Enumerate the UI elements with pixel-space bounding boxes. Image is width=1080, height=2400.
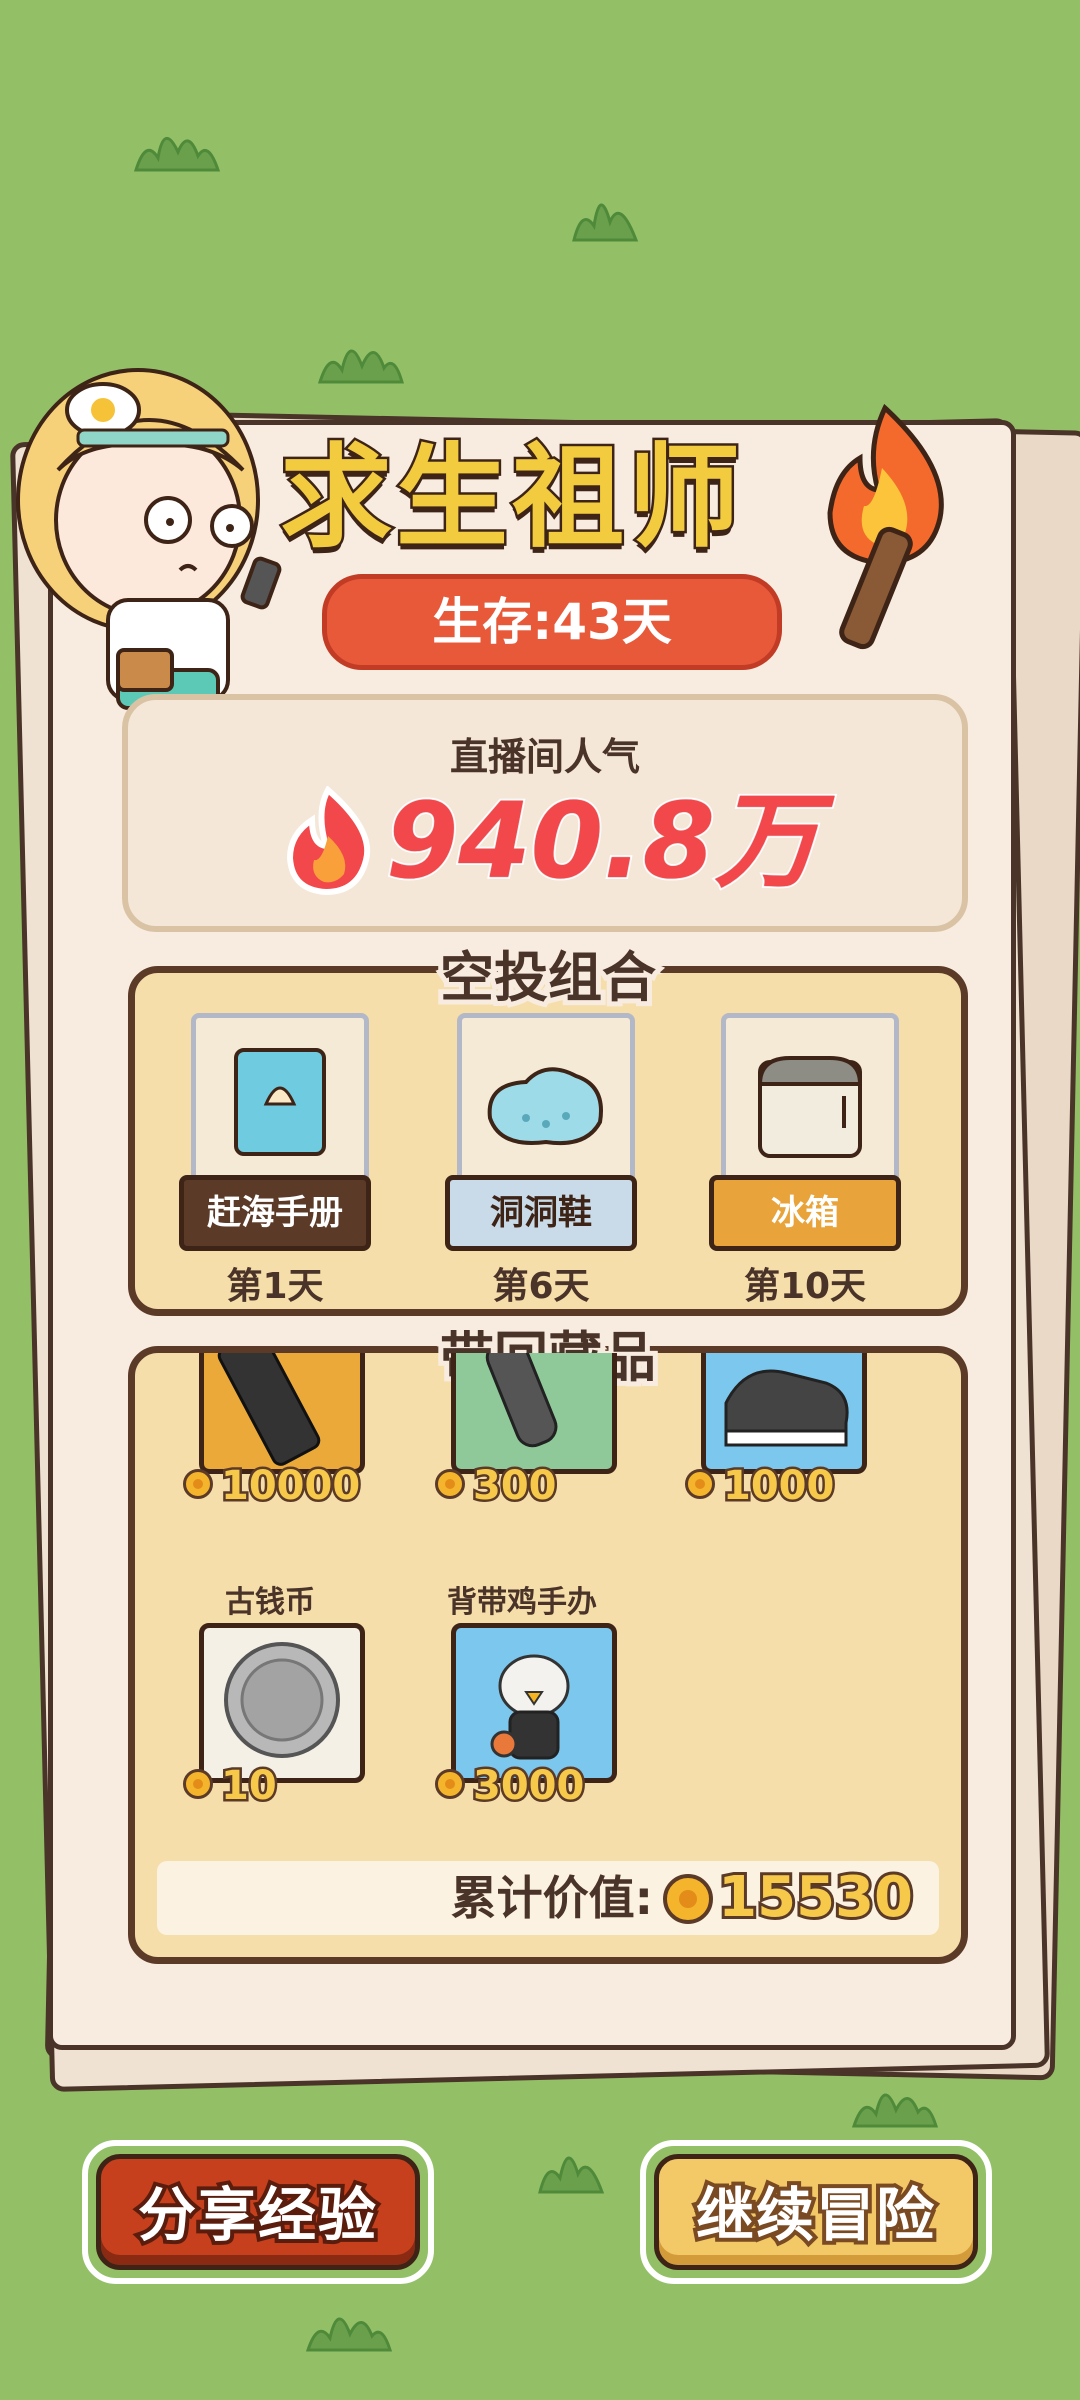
ancient-coin-icon bbox=[224, 1642, 340, 1758]
fridge-icon bbox=[757, 1056, 863, 1158]
phone-icon bbox=[217, 1353, 321, 1466]
share-experience-label: 分享经验 bbox=[96, 2154, 420, 2270]
chicken-figure-icon bbox=[490, 1654, 570, 1760]
collection-section: 带回藏品 10000 300 bbox=[128, 1321, 968, 1964]
item-price-value: 300 bbox=[471, 1461, 559, 1512]
coin-icon bbox=[663, 1874, 713, 1924]
flame-icon bbox=[278, 785, 378, 900]
item-name: 洞洞鞋 bbox=[445, 1175, 637, 1251]
total-value-bar: 累计价值: 15530 bbox=[157, 1861, 939, 1935]
grass-decoration bbox=[304, 2296, 394, 2354]
item-price-value: 10 bbox=[219, 1761, 280, 1812]
sneaker-icon bbox=[724, 1369, 849, 1447]
item-price: 1000 bbox=[685, 1461, 837, 1512]
item-name: 古钱币 bbox=[225, 1585, 315, 1620]
total-value: 15530 bbox=[715, 1862, 916, 1933]
coin-icon bbox=[183, 1769, 213, 1799]
page-title: 求生祖师 bbox=[278, 431, 744, 566]
airdrop-title: 空投组合 bbox=[435, 941, 661, 1014]
item-day: 第1天 bbox=[226, 1266, 324, 1307]
item-frame bbox=[457, 1013, 635, 1193]
item-image bbox=[451, 1623, 617, 1783]
book-icon bbox=[234, 1048, 326, 1156]
torch-icon bbox=[800, 398, 970, 658]
item-day: 第10天 bbox=[743, 1266, 867, 1307]
item-image bbox=[451, 1353, 617, 1474]
item-frame bbox=[191, 1013, 369, 1193]
item-image bbox=[701, 1353, 867, 1474]
item-day: 第6天 bbox=[492, 1266, 590, 1307]
coin-icon bbox=[435, 1469, 465, 1499]
grass-decoration bbox=[850, 2072, 940, 2130]
item-image bbox=[199, 1353, 365, 1474]
coin-icon bbox=[435, 1769, 465, 1799]
item-price: 10000 bbox=[183, 1461, 363, 1512]
item-price: 10 bbox=[183, 1761, 280, 1812]
coin-icon bbox=[685, 1469, 715, 1499]
item-name: 背带鸡手办 bbox=[447, 1585, 597, 1620]
item-name: 赶海手册 bbox=[179, 1175, 371, 1251]
remote-icon bbox=[485, 1353, 558, 1448]
item-price-value: 1000 bbox=[720, 1461, 836, 1512]
total-value-label: 累计价值: bbox=[450, 1871, 653, 1925]
item-price: 300 bbox=[435, 1461, 559, 1512]
coin-icon bbox=[183, 1469, 213, 1499]
airdrop-section: 空投组合 赶海手册 第1天 洞洞鞋 第6天 冰箱 第10天 bbox=[128, 941, 968, 1316]
grass-decoration bbox=[536, 2136, 606, 2196]
grass-decoration bbox=[570, 182, 640, 244]
grass-decoration bbox=[316, 326, 406, 386]
popularity-value: 940.8万 bbox=[384, 778, 821, 904]
share-experience-button[interactable]: 分享经验 bbox=[82, 2140, 434, 2284]
survival-days-badge: 生存:43天 bbox=[322, 574, 782, 670]
clog-icon bbox=[487, 1067, 603, 1146]
item-name: 冰箱 bbox=[709, 1175, 901, 1251]
popularity-label: 直播间人气 bbox=[449, 735, 640, 779]
item-price-value: 10000 bbox=[218, 1461, 362, 1512]
continue-adventure-button[interactable]: 继续冒险 bbox=[640, 2140, 992, 2284]
item-frame bbox=[721, 1013, 899, 1193]
item-price-value: 3000 bbox=[470, 1761, 586, 1812]
continue-adventure-label: 继续冒险 bbox=[654, 2154, 978, 2270]
item-price: 3000 bbox=[435, 1761, 587, 1812]
popularity-box: 直播间人气 940.8万 bbox=[122, 694, 968, 932]
character-avatar bbox=[8, 350, 308, 750]
item-image bbox=[199, 1623, 365, 1783]
grass-decoration bbox=[132, 118, 222, 174]
